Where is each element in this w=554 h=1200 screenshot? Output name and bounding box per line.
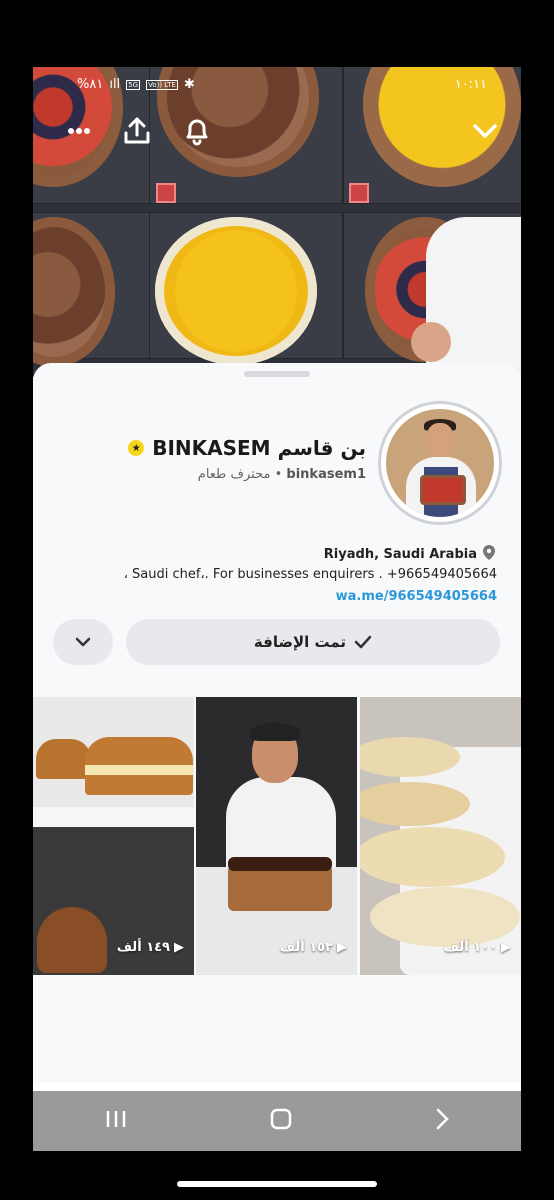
system-nav-bar [33, 1091, 521, 1151]
signal-icon: ıll [109, 77, 121, 92]
top-action-bar [33, 111, 521, 151]
view-count-label: ١٤٩ ألف [116, 940, 170, 955]
location-label: Riyadh, Saudi Arabia [323, 547, 477, 562]
bluetooth-icon: ✱ [183, 77, 195, 92]
status-time: ١٠:١١ [454, 77, 487, 92]
profile-link[interactable]: wa.me/966549405664 [336, 589, 497, 604]
home-button[interactable] [270, 1108, 292, 1134]
chevron-down-icon[interactable] [465, 111, 505, 151]
volte-badge: Vo)) LTE [146, 79, 178, 90]
category-label: محترف طعام [197, 467, 271, 482]
play-icon: ▶ [174, 940, 184, 955]
view-count: ١٥٣ ألف ▶ [280, 940, 347, 955]
check-icon [354, 635, 372, 649]
star-badge-icon: ★ [128, 440, 145, 456]
added-friend-button[interactable]: تمت الإضافة [126, 619, 500, 665]
profile-name-row: ★ BINKASEM بن قاسم [128, 436, 366, 460]
separator-dot: • [274, 467, 283, 482]
added-label: تمت الإضافة [253, 633, 347, 651]
recent-apps-button[interactable] [105, 1109, 127, 1133]
more-icon[interactable] [59, 111, 99, 151]
video-thumbnail[interactable]: ١٤٩ ألف ▶ [33, 697, 194, 975]
video-thumbnail[interactable]: ١٥٣ ألف ▶ [196, 697, 357, 975]
profile-subtitle: محترف طعام • binkasem1 [198, 467, 366, 482]
home-indicator[interactable] [177, 1181, 377, 1187]
display-name: BINKASEM بن قاسم [152, 436, 366, 460]
play-icon: ▶ [501, 940, 511, 955]
bio-text: ، Saudi chef،. For businesses enquirers … [123, 567, 497, 582]
sheet-drag-handle[interactable] [244, 371, 310, 377]
username: binkasem1 [286, 467, 366, 482]
view-count: ١٠٠ ألف ▶ [444, 940, 511, 955]
view-count-label: ١٥٣ ألف [279, 940, 333, 955]
more-options-button[interactable] [53, 619, 113, 665]
play-icon: ▶ [337, 940, 347, 955]
chevron-down-icon [75, 637, 91, 647]
spotlight-grid: ١٤٩ ألف ▶ ١٥٣ ألف ▶ ١٠٠ ألف ▶ [33, 697, 521, 975]
bell-icon[interactable] [177, 111, 217, 151]
view-count: ١٤٩ ألف ▶ [117, 940, 184, 955]
location-row: Riyadh, Saudi Arabia [324, 545, 495, 564]
location-pin-icon [483, 545, 495, 564]
status-bar: %٨١ ıll 5G Vo)) LTE ✱ ١٠:١١ [33, 71, 521, 99]
header-cover-image: %٨١ ıll 5G Vo)) LTE ✱ ١٠:١١ [33, 67, 521, 377]
network-badge: 5G [126, 79, 141, 90]
battery-indicator: %٨١ [77, 77, 104, 92]
back-button[interactable] [435, 1108, 450, 1134]
avatar[interactable] [378, 401, 502, 525]
view-count-label: ١٠٠ ألف [443, 940, 497, 955]
snapchat-profile-screen: %٨١ ıll 5G Vo)) LTE ✱ ١٠:١١ ★ BINKASEM ب… [33, 67, 521, 1151]
video-thumbnail[interactable]: ١٠٠ ألف ▶ [360, 697, 521, 975]
share-icon[interactable] [117, 111, 157, 151]
